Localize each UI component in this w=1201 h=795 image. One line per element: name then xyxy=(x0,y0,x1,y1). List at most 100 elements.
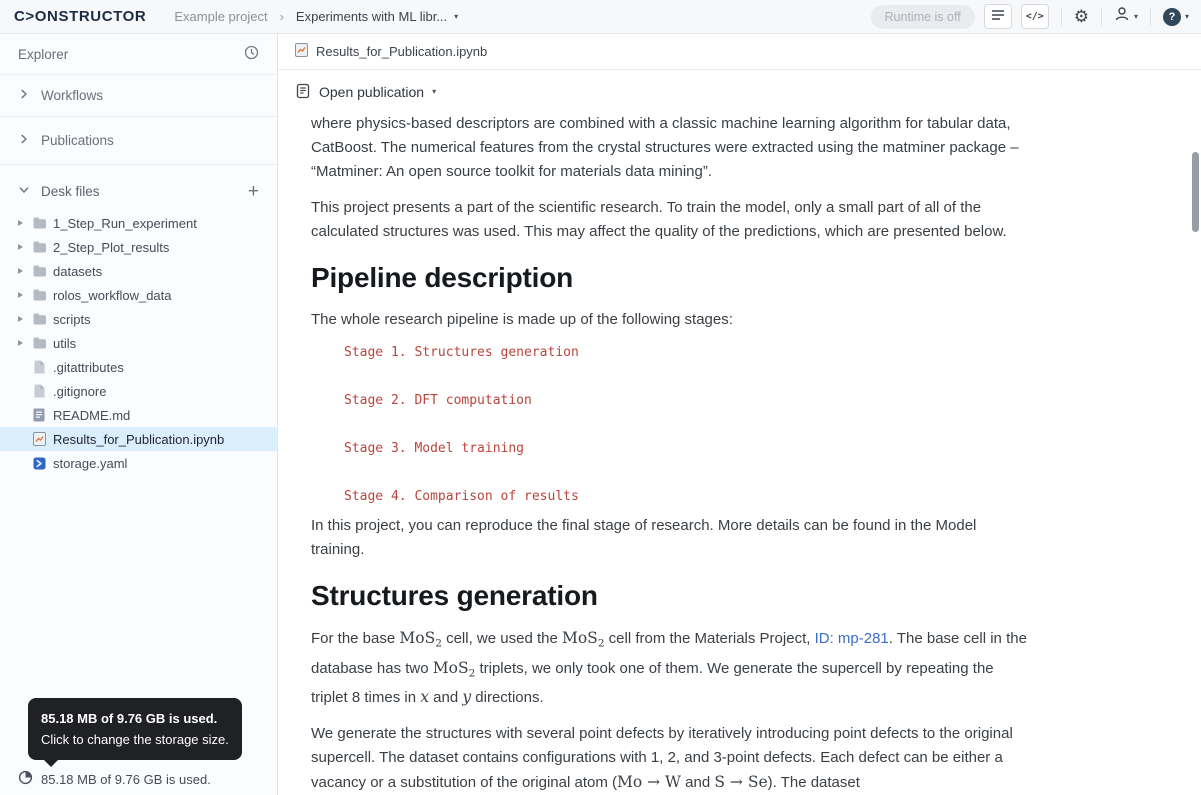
list-icon xyxy=(991,8,1005,26)
text-segment: S xyxy=(714,773,725,791)
open-publication-label: Open publication xyxy=(319,84,424,100)
chevron-down-icon: ▾ xyxy=(1185,13,1189,21)
text-segment: directions. xyxy=(471,689,544,706)
file-name: utils xyxy=(53,336,76,351)
desk-files-label: Desk files xyxy=(41,184,100,199)
code-block-stage-4: Stage 4. Comparison of results xyxy=(311,488,1161,506)
file-tree-item-file[interactable]: .gitattributes xyxy=(0,355,277,379)
markdown-doc-icon xyxy=(33,408,53,422)
code-block-stage-1: Stage 1. Structures generation xyxy=(311,344,1161,362)
runtime-status-button[interactable]: Runtime is off xyxy=(871,5,975,29)
history-clock-icon[interactable] xyxy=(244,45,259,63)
open-publication-dropdown[interactable]: Open publication ▾ xyxy=(295,83,436,102)
file-name: scripts xyxy=(53,312,91,327)
file-tree-item-folder[interactable]: datasets xyxy=(0,259,277,283)
file-tree-item-folder[interactable]: rolos_workflow_data xyxy=(0,283,277,307)
text-segment: cell, we used the xyxy=(442,630,562,647)
text-segment: Mo xyxy=(617,773,642,791)
expand-caret-icon[interactable] xyxy=(18,292,33,298)
expand-caret-icon[interactable] xyxy=(18,220,33,226)
code-view-button[interactable]: </> xyxy=(1021,4,1049,29)
notebook-selector-dropdown[interactable]: Experiments with ML libr... ▾ xyxy=(296,9,458,24)
add-file-button[interactable]: + xyxy=(248,182,259,201)
file-tree-item-file[interactable]: .gitignore xyxy=(0,379,277,403)
notebook-content: where physics-based descriptors are comb… xyxy=(278,110,1201,795)
file-tree-item-readme[interactable]: README.md xyxy=(0,403,277,427)
storage-usage-text: 85.18 MB of 9.76 GB is used. xyxy=(41,772,211,787)
sidebar-item-publications[interactable]: Publications xyxy=(0,117,277,165)
section-heading-structures: Structures generation xyxy=(311,580,1161,612)
file-name: datasets xyxy=(53,264,102,279)
storage-tooltip-hint: Click to change the storage size. xyxy=(41,729,229,750)
publication-book-icon xyxy=(295,83,311,102)
breadcrumb-chevron-icon: › xyxy=(280,9,284,24)
storage-tooltip: 85.18 MB of 9.76 GB is used. Click to ch… xyxy=(28,698,242,760)
text-segment: → xyxy=(725,773,748,791)
storage-tooltip-usage: 85.18 MB of 9.76 GB is used. xyxy=(41,708,229,729)
yaml-icon xyxy=(33,457,53,470)
help-icon: ? xyxy=(1163,8,1181,26)
file-tree-item-notebook-selected[interactable]: Results_for_Publication.ipynb xyxy=(0,427,277,451)
scrollbar-thumb[interactable] xyxy=(1192,152,1199,232)
sidebar-item-workflows[interactable]: Workflows xyxy=(0,75,277,117)
text-segment: MoS xyxy=(433,659,469,677)
file-tree-item-folder[interactable]: utils xyxy=(0,331,277,355)
code-block-stage-2: Stage 2. DFT computation xyxy=(311,392,1161,410)
expand-caret-icon[interactable] xyxy=(18,340,33,346)
text-segment: 2 xyxy=(598,638,605,650)
file-tree-item-folder[interactable]: 2_Step_Plot_results xyxy=(0,235,277,259)
file-name: .gitignore xyxy=(53,384,106,399)
text-segment: and xyxy=(681,774,714,791)
help-menu-button[interactable]: ? ▾ xyxy=(1163,8,1189,26)
expand-caret-icon[interactable] xyxy=(18,316,33,322)
file-tree: 1_Step_Run_experiment 2_Step_Plot_result… xyxy=(0,211,277,475)
text-segment: x xyxy=(420,688,429,706)
file-tree-item-folder[interactable]: scripts xyxy=(0,307,277,331)
text-segment: MoS xyxy=(399,629,435,647)
file-name: Results_for_Publication.ipynb xyxy=(53,432,224,447)
folder-icon xyxy=(33,217,53,229)
sidebar-item-desk-files[interactable]: Desk files + xyxy=(0,165,277,211)
notebook-outline-button[interactable] xyxy=(984,4,1012,29)
expand-caret-icon[interactable] xyxy=(18,268,33,274)
storage-usage-button[interactable]: 85.18 MB of 9.76 GB is used. xyxy=(18,770,211,788)
file-name: rolos_workflow_data xyxy=(53,288,172,303)
settings-button[interactable]: ⚙ xyxy=(1074,8,1089,25)
divider xyxy=(1061,8,1062,26)
breadcrumb-project[interactable]: Example project xyxy=(174,9,267,24)
folder-icon xyxy=(33,241,53,253)
text-segment: cell from the Materials Project, xyxy=(605,630,815,647)
text-segment: y xyxy=(462,688,471,706)
text-segment: ). The dataset xyxy=(768,774,860,791)
file-tree-item-folder[interactable]: 1_Step_Run_experiment xyxy=(0,211,277,235)
notebook-toolbar: Open publication ▾ xyxy=(278,74,1201,110)
tab-label: Results_for_Publication.ipynb xyxy=(316,44,487,59)
top-bar: C>ONSTRUCTOR Example project › Experimen… xyxy=(0,0,1201,34)
tooltip-arrow xyxy=(44,760,58,767)
account-menu-button[interactable]: ▾ xyxy=(1114,6,1138,27)
chevron-down-icon: ▾ xyxy=(454,13,458,21)
workflows-label: Workflows xyxy=(41,88,103,103)
constructor-logo[interactable]: C>ONSTRUCTOR xyxy=(14,8,146,25)
expand-caret-icon[interactable] xyxy=(18,244,33,250)
notebook-icon xyxy=(295,43,308,60)
file-tree-item-yaml[interactable]: storage.yaml xyxy=(0,451,277,475)
tab-bar: Results_for_Publication.ipynb xyxy=(278,34,1201,70)
paragraph-rich: We generate the structures with several … xyxy=(311,722,1033,795)
code-block-stage-3: Stage 3. Model training xyxy=(311,440,1161,458)
notebook-icon xyxy=(33,432,53,446)
app-window: C>ONSTRUCTOR Example project › Experimen… xyxy=(0,0,1201,795)
file-icon xyxy=(33,384,53,398)
materials-project-link[interactable]: ID: mp-281 xyxy=(815,630,889,647)
publications-label: Publications xyxy=(41,133,114,148)
text-segment: and xyxy=(429,689,462,706)
notebook-panel: Results_for_Publication.ipynb Open publi… xyxy=(278,34,1201,795)
tab-results-notebook[interactable]: Results_for_Publication.ipynb xyxy=(295,43,487,60)
file-name: 2_Step_Plot_results xyxy=(53,240,169,255)
text-segment: For the base xyxy=(311,630,399,647)
file-name: .gitattributes xyxy=(53,360,124,375)
text-segment: MoS xyxy=(562,629,598,647)
chevron-down-icon: ▾ xyxy=(432,88,436,96)
explorer-sidebar: Explorer Workflows Publications Desk fil… xyxy=(0,34,278,795)
paragraph: In this project, you can reproduce the f… xyxy=(311,514,1033,562)
